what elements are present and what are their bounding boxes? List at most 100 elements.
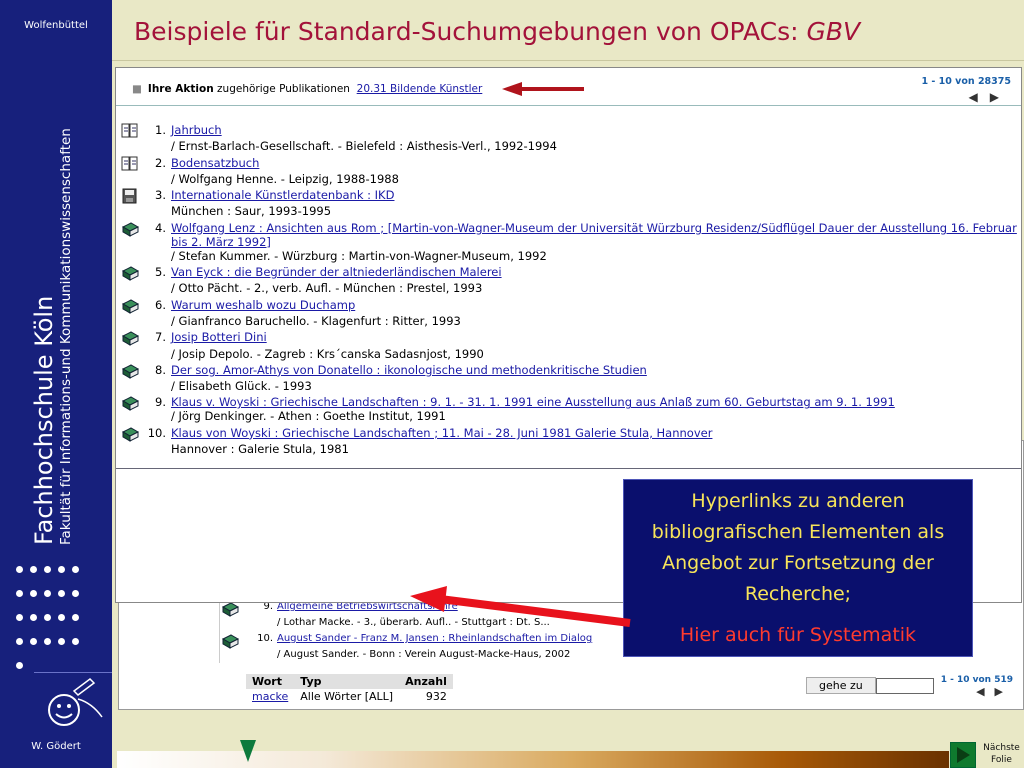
list-item: 2. Bodensatzbuch / Wolfgang Henne. - Leipz…: [116, 156, 1021, 189]
item-title-link[interactable]: Jahrbuch: [171, 123, 222, 137]
dot-icon: [58, 590, 65, 597]
item-detail: / Jörg Denkinger. - Athen : Goethe Insti…: [171, 409, 446, 424]
action-label: Ihre Aktion: [147, 83, 214, 95]
goto-input[interactable]: [876, 678, 934, 694]
word-count: 932: [425, 690, 447, 703]
title-text: Beispiele für Standard-Suchumgebungen vo…: [134, 17, 807, 46]
list-item: 10. Klaus von Woyski : Griechische Landsc…: [116, 426, 1021, 459]
dot-icon: [16, 590, 23, 597]
word-table: Wort Typ Anzahl macke Alle Wörter [ALL] …: [246, 674, 453, 704]
book-icon: [121, 221, 140, 240]
dot-icon: [72, 614, 79, 621]
item-title-link[interactable]: Klaus v. Woyski : Griechische Landschaft…: [171, 395, 895, 409]
item-number: 10.: [147, 425, 166, 440]
action-link[interactable]: 20.31 Bildende Künstler: [357, 83, 483, 95]
dot-icon: [72, 638, 79, 645]
dot-icon: [16, 614, 23, 621]
dot-icon: [44, 590, 51, 597]
slide-marker-icon: [240, 740, 256, 762]
front-pagination: 1 - 10 von 28375 ◀▶: [921, 76, 1011, 104]
item-detail: Hannover : Galerie Stula, 1981: [171, 442, 349, 457]
divider: [116, 468, 1021, 469]
item-title-link[interactable]: Warum weshalb wozu Duchamp: [171, 298, 355, 312]
front-range: 1 - 10 von 28375: [921, 76, 1011, 87]
goto-button[interactable]: gehe zu: [806, 677, 876, 694]
dot-icon: [16, 566, 23, 573]
next-arrow-icon[interactable]: ▶: [990, 90, 1011, 104]
dot-icon: [16, 638, 23, 645]
list-item: 3. Internationale Künstlerdatenbank : IKD…: [116, 188, 1021, 221]
list-item: 10. August Sander - Franz M. Jansen : Rhe…: [221, 633, 643, 649]
dot-icon: [30, 590, 37, 597]
dot-icon: [72, 590, 79, 597]
item-title-link[interactable]: August Sander - Franz M. Jansen : Rheinl…: [277, 633, 592, 644]
item-number: 2.: [155, 155, 166, 170]
book-icon: [121, 298, 140, 317]
next-slide-icon[interactable]: [950, 742, 976, 768]
journal-icon: [121, 156, 139, 175]
item-title-link[interactable]: Klaus von Woyski : Griechische Landschaf…: [171, 426, 712, 440]
next-slide-label[interactable]: Nächste Folie: [979, 742, 1024, 766]
divider: [219, 601, 220, 663]
author-label: W. Gödert: [31, 741, 81, 752]
divider: [116, 105, 1021, 106]
dot-icon: [16, 662, 23, 669]
result-list: 1. Jahrbuch / Ernst-Barlach-Gesellschaft. …: [116, 123, 1021, 458]
item-number: 9.: [155, 395, 166, 410]
book-icon: [121, 265, 140, 284]
action-text: zugehörige Publikationen: [217, 83, 350, 95]
list-item-detail: / Lothar Macke. - 3., überarb. Aufl.. - …: [223, 617, 643, 633]
back-range: 1 - 10 von 519: [940, 675, 1013, 685]
list-item: 1. Jahrbuch / Ernst-Barlach-Gesellschaft. …: [116, 123, 1021, 156]
page-title: Beispiele für Standard-Suchumgebungen vo…: [134, 17, 860, 46]
back-result-list: 9. Allgemeine Betriebswirtschaftslehre / L…: [221, 601, 643, 665]
dot-icon: [30, 614, 37, 621]
action-bar: ■ Ihre Aktion zugehörige Publikationen 20…: [132, 83, 482, 95]
journal-icon: [121, 123, 139, 142]
item-title-link[interactable]: Wolfgang Lenz : Ansichten aus Rom ; [Mar…: [171, 221, 1017, 249]
prev-arrow-icon[interactable]: ◀: [969, 90, 990, 104]
item-detail: / August Sander. - Bonn : Verein August-…: [277, 649, 571, 660]
word-type: Alle Wörter [ALL]: [300, 690, 394, 703]
callout-box: Hyperlinks zu anderen bibliografischen E…: [623, 479, 973, 657]
list-item-detail: / August Sander. - Bonn : Verein August-…: [223, 649, 643, 665]
item-title-link[interactable]: Van Eyck : die Begründer der altniederlä…: [171, 265, 502, 279]
item-number: 6.: [155, 297, 166, 312]
item-detail: / Gianfranco Baruchello. - Klagenfurt : …: [171, 313, 461, 328]
title-emphasis: GBV: [806, 17, 861, 46]
school-name: Fachhochschule Köln: [30, 295, 58, 545]
prev-arrow-icon[interactable]: ◀: [976, 685, 994, 698]
list-item: 7. Josip Botteri Dini / Josip Depolo. - Za…: [116, 330, 1021, 363]
word-col-header: Wort: [246, 674, 295, 689]
callout-subtext: Hier auch für Systematik: [679, 624, 917, 646]
item-number: 7.: [155, 330, 166, 345]
title-divider: [112, 60, 1024, 61]
item-title-link[interactable]: Der sog. Amor-Athys von Donatello : ikon…: [171, 363, 647, 377]
item-number: 3.: [155, 188, 166, 203]
faculty-name: Fakultät für Informations-und Kommunikat…: [58, 128, 74, 545]
item-detail: / Ernst-Barlach-Gesellschaft. - Bielefel…: [171, 139, 557, 154]
item-number: 10.: [257, 633, 273, 644]
book-icon: [121, 363, 140, 382]
item-title-link[interactable]: Josip Botteri Dini: [171, 330, 267, 344]
item-detail: / Josip Depolo. - Zagreb : Krs´canska Sa…: [171, 346, 484, 361]
book-icon: [121, 395, 140, 414]
item-number: 4.: [155, 220, 166, 235]
item-detail: / Elisabeth Glück. - 1993: [171, 379, 312, 394]
next-arrow-icon[interactable]: ▶: [995, 685, 1013, 698]
list-item: 9. Klaus v. Woyski : Griechische Landscha…: [116, 395, 1021, 425]
callout-text: Hyperlinks zu anderen bibliografischen E…: [651, 490, 945, 605]
list-item: 6. Warum weshalb wozu Duchamp / Gianfranco…: [116, 298, 1021, 331]
item-detail: / Wolfgang Henne. - Leipzig, 1988-1988: [171, 171, 399, 186]
word-link[interactable]: macke: [252, 690, 288, 703]
sidebar: Wolfenbüttel Fachhochschule Köln Fakultä…: [0, 0, 112, 768]
dot-icon: [58, 638, 65, 645]
item-detail: / Otto Pächt. - 2., verb. Aufl. - Münche…: [171, 281, 483, 296]
list-item: 4. Wolfgang Lenz : Ansichten aus Rom ; [M…: [116, 221, 1021, 265]
dot-icon: [30, 566, 37, 573]
next-label-1: Nächste: [983, 743, 1020, 753]
item-title-link[interactable]: Internationale Künstlerdatenbank : IKD: [171, 188, 394, 202]
item-title-link[interactable]: Bodensatzbuch: [171, 156, 259, 170]
disk-icon: [121, 188, 139, 207]
item-detail: München : Saur, 1993-1995: [171, 204, 332, 219]
